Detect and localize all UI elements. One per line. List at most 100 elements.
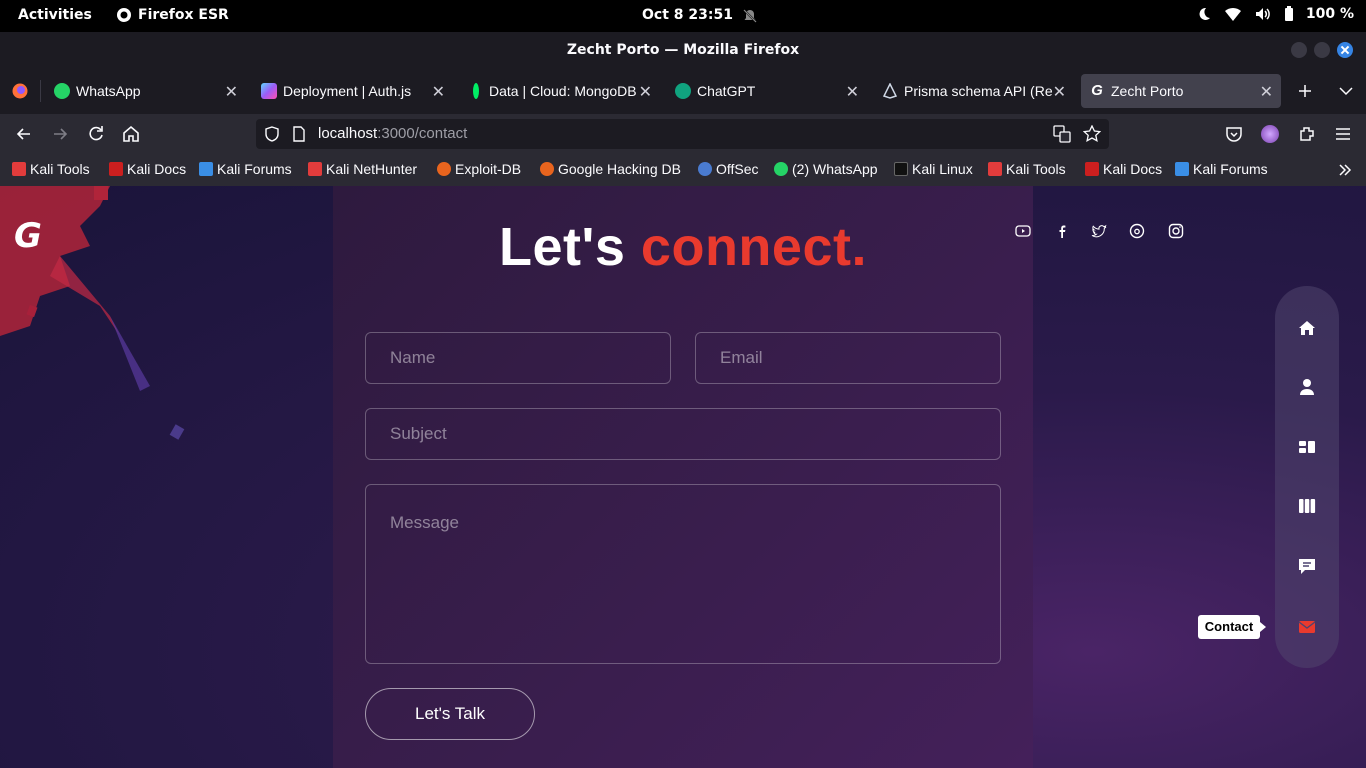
url-text[interactable]: localhost:3000/contact [318,125,467,142]
twitter-icon[interactable] [1091,223,1107,239]
tab-label: Prisma schema API (Re [904,83,1053,99]
site-logo[interactable]: G [14,216,42,256]
tab-zecht-porto[interactable]: G Zecht Porto ✕ [1081,74,1281,108]
new-tab-icon[interactable] [1298,84,1312,98]
work-icon[interactable] [1297,496,1317,516]
home-button-icon[interactable] [121,124,141,144]
tracking-protection-icon[interactable] [264,126,280,142]
wifi-icon [1224,7,1241,21]
tab-authjs[interactable]: Deployment | Auth.js ✕ [253,74,453,108]
close-tab-icon[interactable]: ✕ [1053,82,1066,102]
tab-chatgpt[interactable]: ChatGPT ✕ [667,74,867,108]
name-input[interactable] [365,332,671,384]
subject-input[interactable] [365,408,1001,460]
bookmark-kali-tools-2[interactable]: Kali Tools [988,161,1066,177]
window-title: Zecht Porto — Mozilla Firefox [566,42,800,58]
youtube-icon[interactable] [1015,223,1031,239]
bookmark-label: Kali Forums [217,161,292,177]
url-path: :3000/contact [377,125,468,142]
clock[interactable]: Oct 8 23:51 [642,7,733,23]
kali-tools-icon [988,162,1002,176]
tab-label: Zecht Porto [1111,83,1184,99]
home-icon[interactable] [1297,318,1317,338]
threads-icon[interactable] [1129,223,1145,239]
bookmark-label: Kali Tools [1006,161,1066,177]
bookmark-label: Google Hacking DB [558,161,681,177]
close-window-button[interactable] [1337,42,1353,58]
services-icon[interactable] [1297,437,1317,457]
maximize-button[interactable] [1314,42,1330,58]
page-title: Let's connect. [333,216,1033,278]
bookmark-label: Exploit-DB [455,161,522,177]
nav-tooltip: Contact [1198,615,1266,639]
extensions-icon[interactable] [1297,124,1317,144]
app-name: Firefox ESR [138,7,229,23]
email-input[interactable] [695,332,1001,384]
list-all-tabs-icon[interactable] [1339,86,1353,96]
instagram-icon[interactable] [1168,223,1184,239]
prisma-icon [882,83,898,99]
window-title-bar: Zecht Porto — Mozilla Firefox [0,32,1366,68]
close-tab-icon[interactable]: ✕ [639,82,652,102]
bookmark-kali-linux[interactable]: Kali Linux [894,161,973,177]
mail-icon[interactable] [1297,617,1317,637]
firefox-app-icon [117,8,131,22]
message-textarea[interactable] [365,484,1001,664]
facebook-icon[interactable] [1054,223,1070,239]
battery-icon [1284,6,1293,21]
bookmark-kali-forums-2[interactable]: Kali Forums [1175,161,1268,177]
forward-icon[interactable] [50,124,70,144]
account-avatar[interactable] [1261,125,1279,143]
close-tab-icon[interactable]: ✕ [432,82,445,102]
bookmark-label: Kali NetHunter [326,161,418,177]
bookmark-star-icon[interactable] [1083,125,1101,143]
bookmark-offsec[interactable]: OffSec [698,161,759,177]
close-tab-icon[interactable]: ✕ [846,82,859,102]
close-tab-icon[interactable]: ✕ [225,82,238,102]
bookmark-kali-forums[interactable]: Kali Forums [199,161,292,177]
bookmark-kali-nethunter[interactable]: Kali NetHunter [308,161,417,177]
bookmark-label: Kali Forums [1193,161,1268,177]
menu-icon[interactable] [1333,124,1353,144]
authjs-icon [261,83,277,99]
bookmark-kali-docs[interactable]: Kali Docs [109,161,186,177]
kali-docs-icon [1085,162,1099,176]
more-bookmarks-icon[interactable] [1338,163,1352,177]
close-tab-icon[interactable]: ✕ [1260,82,1273,102]
back-icon[interactable] [14,124,34,144]
url-bar[interactable]: localhost:3000/contact [256,119,1109,149]
bookmark-kali-docs-2[interactable]: Kali Docs [1085,161,1162,177]
bookmark-label: OffSec [716,161,759,177]
whatsapp-icon [774,162,788,176]
bookmark-label: Kali Docs [1103,161,1163,177]
minimize-button[interactable] [1291,42,1307,58]
bookmarks-toolbar: Kali Tools Kali Docs Kali Forums Kali Ne… [0,154,1366,186]
bookmark-whatsapp[interactable]: (2) WhatsApp [774,161,878,177]
kali-forums-icon [1175,162,1189,176]
volume-icon [1255,8,1270,20]
translate-icon[interactable] [1053,125,1071,143]
page-info-icon[interactable] [292,126,306,142]
url-host: localhost [318,125,378,142]
tab-mongodb[interactable]: Data | Cloud: MongoDB ✕ [460,74,660,108]
reload-icon[interactable] [86,124,106,144]
system-top-bar: Activities Firefox ESR Oct 8 23:51 100 % [0,0,1366,32]
pocket-icon[interactable] [1224,124,1244,144]
kali-nethunter-icon [308,162,322,176]
tab-label: WhatsApp [76,83,141,99]
user-icon[interactable] [1297,377,1317,397]
bookmark-kali-tools[interactable]: Kali Tools [12,161,90,177]
testimonials-icon[interactable] [1297,556,1317,576]
tab-whatsapp[interactable]: WhatsApp ✕ [46,74,246,108]
submit-button[interactable]: Let's Talk [365,688,535,740]
bookmark-google-hacking-db[interactable]: Google Hacking DB [540,161,681,177]
firefox-view-icon[interactable] [12,83,28,99]
night-light-icon [1199,7,1210,20]
app-menu[interactable]: Firefox ESR [116,7,229,23]
activities-button[interactable]: Activities [18,7,92,23]
system-status-area[interactable]: 100 % [1196,6,1354,22]
bookmark-exploit-db[interactable]: Exploit-DB [437,161,521,177]
tab-prisma[interactable]: Prisma schema API (Re ✕ [874,74,1074,108]
bookmark-label: (2) WhatsApp [792,161,878,177]
headline-text: Let's [499,217,641,277]
